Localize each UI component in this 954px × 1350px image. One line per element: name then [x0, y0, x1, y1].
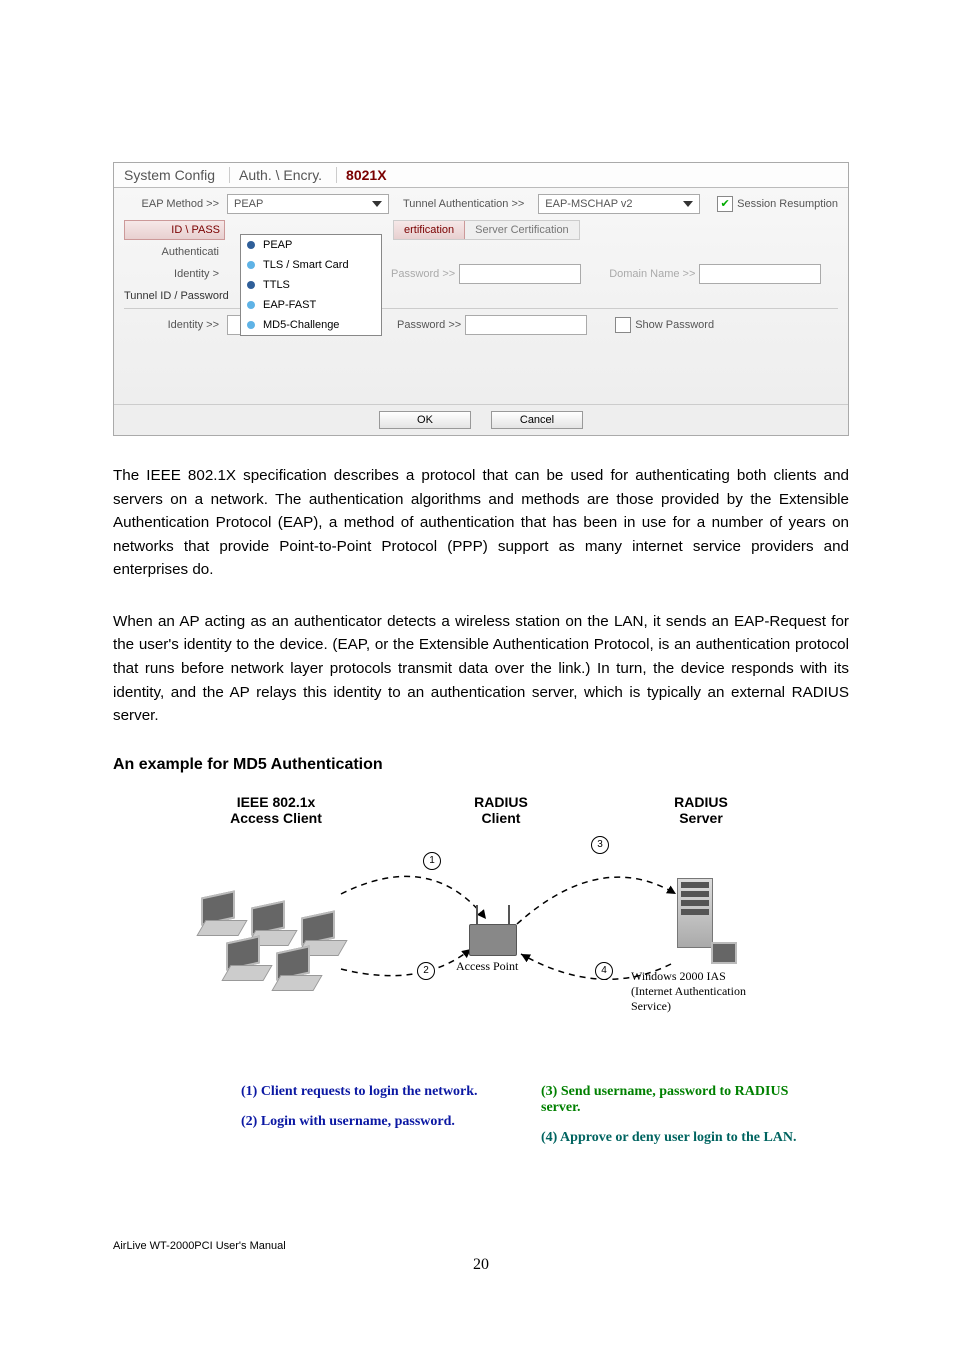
eap-option-ttls[interactable]: TTLS [241, 275, 381, 295]
tab-auth-encry[interactable]: Auth. \ Encry. [229, 163, 336, 187]
show-password-label: Show Password [635, 319, 714, 331]
diagram-label-client: IEEE 802.1xAccess Client [211, 794, 341, 826]
caption-step-2: (2) Login with username, password. [241, 1114, 501, 1130]
paragraph-1: The IEEE 802.1X specification describes … [113, 464, 849, 582]
ok-button[interactable]: OK [379, 411, 471, 429]
session-resumption-checkbox[interactable]: ✔ Session Resumption [717, 196, 838, 212]
dialog-buttons: OK Cancel [114, 404, 848, 435]
step-marker-3: 3 [591, 836, 609, 854]
eap-option-peap[interactable]: PEAP [241, 235, 381, 255]
tab-8021x[interactable]: 8021X [336, 163, 400, 187]
eap-option-tls[interactable]: TLS / Smart Card [241, 255, 381, 275]
password-label-1: Password >> [391, 268, 455, 280]
laptop-icon [226, 939, 270, 979]
tunnel-auth-label: Tunnel Authentication >> [403, 198, 524, 210]
checkbox-icon [615, 317, 631, 333]
heading-md5-example: An example for MD5 Authentication [113, 756, 849, 774]
caption-step-4: (4) Approve or deny user login to the LA… [541, 1130, 801, 1146]
identity-label-lower: Identity >> [124, 319, 223, 331]
diagram-label-radius-client: RADIUSClient [461, 794, 541, 826]
subtab-server-certification[interactable]: Server Certification [465, 221, 579, 239]
laptop-icon [201, 894, 245, 934]
footer-text: AirLive WT-2000PCI User's Manual [113, 1240, 849, 1252]
server-icon [677, 878, 733, 962]
eap-option-eapfast[interactable]: EAP-FAST [241, 295, 381, 315]
eap-method-dropdown: PEAP TLS / Smart Card TTLS EAP-FAST MD5-… [240, 234, 382, 336]
tab-strip: System Config Auth. \ Encry. 8021X [114, 163, 848, 188]
caption-step-1: (1) Client requests to login the network… [241, 1084, 501, 1100]
session-resumption-label: Session Resumption [737, 198, 838, 210]
tunnel-auth-value: EAP-MSCHAP v2 [545, 198, 632, 210]
sidetab-authentication[interactable]: Authenticati [124, 246, 223, 258]
cert-subtabs: ertification Server Certification [393, 220, 580, 240]
eap-method-value: PEAP [234, 198, 263, 210]
password-input-1[interactable] [459, 264, 581, 284]
config-dialog: System Config Auth. \ Encry. 8021X EAP M… [113, 162, 849, 436]
caption-step-3: (3) Send username, password to RADIUS se… [541, 1084, 801, 1116]
show-password-checkbox[interactable]: Show Password [615, 317, 714, 333]
laptop-group-icon [201, 884, 341, 994]
password-input-2[interactable] [465, 315, 587, 335]
page-number: 20 [113, 1256, 849, 1274]
diagram-label-ap: Access Point [456, 959, 518, 974]
diagram-label-ias: Windows 2000 IAS(Internet Authentication… [631, 969, 791, 1014]
password-label-2: Password >> [397, 319, 461, 331]
eap-option-md5[interactable]: MD5-Challenge [241, 315, 381, 335]
identity-label-upper: Identity > [124, 268, 223, 280]
tab-system-config[interactable]: System Config [114, 163, 229, 187]
panel-8021x: EAP Method >> PEAP Tunnel Authentication… [114, 188, 848, 404]
md5-auth-diagram: IEEE 802.1xAccess Client RADIUSClient RA… [201, 794, 761, 1084]
cancel-button[interactable]: Cancel [491, 411, 583, 429]
diagram-label-radius-server: RADIUSServer [661, 794, 741, 826]
section-divider [124, 308, 838, 309]
step-marker-2: 2 [417, 962, 435, 980]
access-point-icon [469, 924, 517, 956]
paragraph-2: When an AP acting as an authenticator de… [113, 610, 849, 728]
step-marker-1: 1 [423, 852, 441, 870]
chevron-down-icon [683, 201, 693, 207]
chevron-down-icon [372, 201, 382, 207]
domain-name-label: Domain Name >> [609, 268, 695, 280]
eap-method-select[interactable]: PEAP [227, 194, 389, 214]
sidetab-id-pass[interactable]: ID \ PASS [124, 220, 225, 240]
checkbox-icon: ✔ [717, 196, 733, 212]
subtab-certification[interactable]: ertification [394, 221, 465, 239]
laptop-icon [276, 949, 320, 989]
eap-method-label: EAP Method >> [124, 198, 223, 210]
domain-name-input[interactable] [699, 264, 821, 284]
tunnel-auth-select[interactable]: EAP-MSCHAP v2 [538, 194, 700, 214]
step-marker-4: 4 [595, 962, 613, 980]
